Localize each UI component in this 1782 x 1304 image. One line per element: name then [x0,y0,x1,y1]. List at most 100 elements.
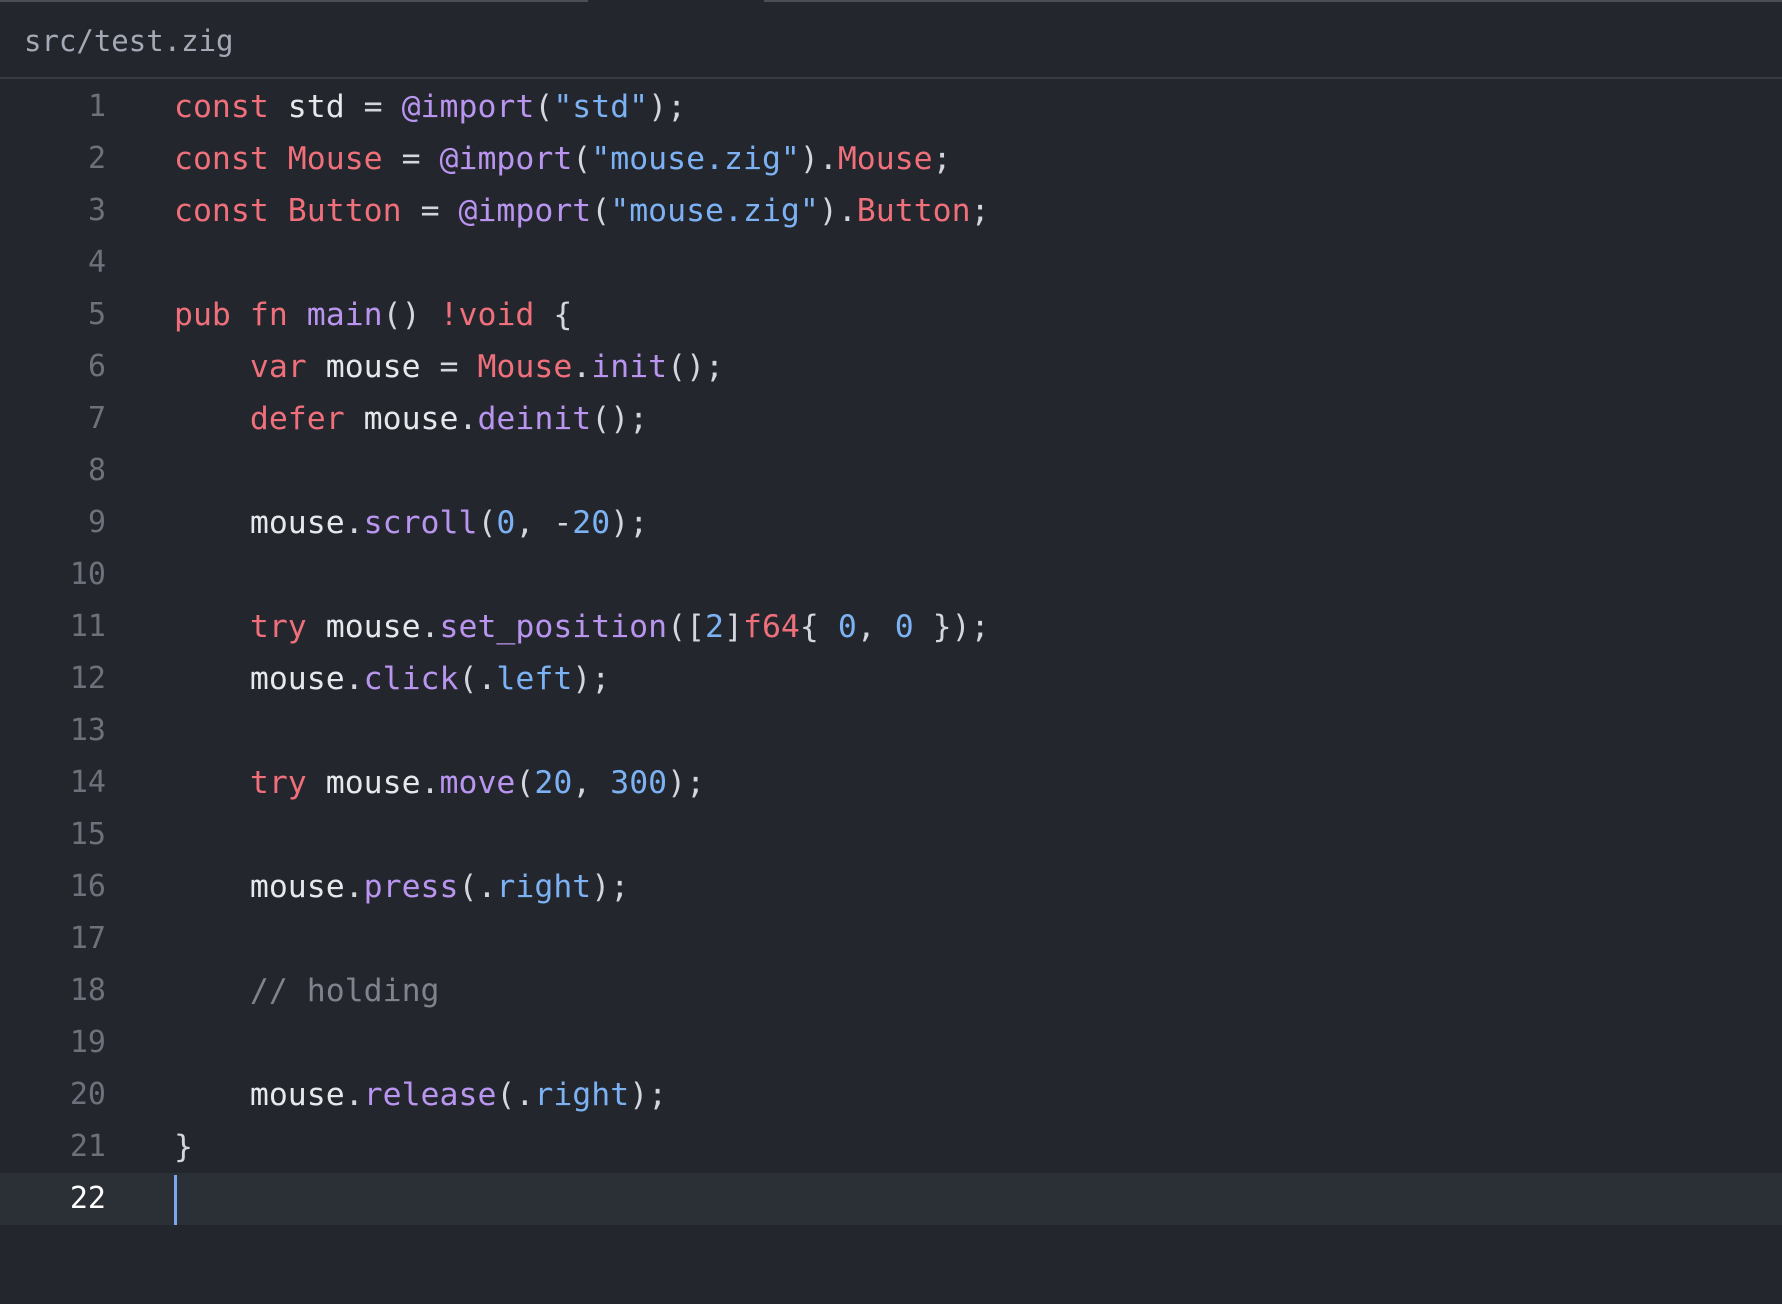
code-text: mouse.click(.left); [174,653,610,705]
code-token: mouse [174,869,345,905]
code-token: ] [724,609,743,645]
code-token: 0 [496,505,516,541]
code-token: ). [818,193,857,229]
code-line[interactable]: 16 mouse.press(.right); [0,861,1782,913]
code-token: mouse [344,401,459,437]
line-number: 6 [87,349,106,384]
code-line[interactable]: 13 [0,705,1782,757]
code-token: . [344,505,364,541]
code-line[interactable]: 18 // holding [0,965,1782,1017]
code-token: mouse [306,609,421,645]
code-token: Mouse [287,141,383,177]
code-token: ); [629,1077,668,1113]
code-text: var mouse = Mouse.init(); [174,341,724,393]
code-token: ; [932,141,952,177]
code-line[interactable]: 2 const Mouse = @import("mouse.zig").Mous… [0,133,1782,185]
code-text: mouse.release(.right); [174,1069,667,1121]
code-token: set_position [439,609,668,645]
code-line[interactable]: 11 try mouse.set_position([2]f64{ 0, 0 }… [0,601,1782,653]
code-text: try mouse.set_position([2]f64{ 0, 0 }); [174,601,990,653]
code-line[interactable]: 14 try mouse.move(20, 300); [0,757,1782,809]
code-line[interactable]: 12 mouse.click(.left); [0,653,1782,705]
code-token: (. [458,869,497,905]
code-line[interactable]: 15 [0,809,1782,861]
code-token: mouse [306,349,440,385]
code-token: var [249,349,307,385]
code-token: ); [610,505,649,541]
line-number: 18 [69,973,106,1008]
code-line[interactable]: 6 var mouse = Mouse.init(); [0,341,1782,393]
code-token: Mouse [837,141,933,177]
code-token: { [534,297,573,333]
line-number: 3 [87,193,106,228]
code-line[interactable]: 21} [0,1121,1782,1173]
code-line[interactable]: 10 [0,549,1782,601]
file-header: src/test.zig [0,3,1782,79]
code-token: init [591,349,668,385]
code-line[interactable]: 8 [0,445,1782,497]
line-number: 10 [69,557,106,592]
code-token: 20 [572,505,611,541]
line-number: 21 [69,1129,106,1164]
code-text: mouse.press(.right); [174,861,629,913]
code-token: . [572,349,592,385]
code-line[interactable]: 19 [0,1017,1782,1069]
line-number: 4 [87,245,106,280]
code-text: defer mouse.deinit(); [174,393,648,445]
code-token: deinit [477,401,592,437]
line-number: 22 [69,1181,106,1216]
code-line[interactable]: 17 [0,913,1782,965]
code-token: . [344,869,364,905]
code-editor[interactable]: 1 const std = @import("std"); 2 const Mouse… [0,81,1782,1304]
code-token: ( [572,141,592,177]
code-line[interactable]: 7 defer mouse.deinit(); [0,393,1782,445]
code-token: }); [913,609,990,645]
code-token: right [496,869,592,905]
line-number: 7 [87,401,106,436]
code-token: . [344,661,364,697]
line-number: 12 [69,661,106,696]
line-number: 2 [87,141,106,176]
code-token: = [363,89,402,125]
code-text: const Mouse = @import("mouse.zig").Mouse… [174,133,952,185]
line-number: 16 [69,869,106,904]
code-token: mouse [174,1077,345,1113]
code-token: ). [799,141,838,177]
file-path-label: src/test.zig [24,24,234,58]
code-line[interactable]: 22 [0,1173,1782,1225]
code-token: ); [648,89,687,125]
code-token: () [382,297,440,333]
line-number: 1 [87,89,106,124]
code-token: try [249,609,307,645]
line-number: 11 [69,609,106,644]
code-token: const [174,141,269,177]
code-line[interactable]: 4 [0,237,1782,289]
code-token: . [420,765,440,801]
code-token: std [268,89,364,125]
line-number: 9 [87,505,106,540]
code-line[interactable]: 3 const Button = @import("mouse.zig").But… [0,185,1782,237]
code-line[interactable]: 9 mouse.scroll(0, -20); [0,497,1782,549]
line-number: 13 [69,713,106,748]
code-token: 20 [534,765,573,801]
code-token: pub [174,297,231,333]
code-line[interactable]: 1 const std = @import("std"); [0,81,1782,133]
code-line[interactable]: 20 mouse.release(.right); [0,1069,1782,1121]
code-token: mouse [174,661,345,697]
code-token: scroll [363,505,478,541]
code-line[interactable]: 5 pub fn main() !void { [0,289,1782,341]
tab-strip-right [764,0,1782,2]
code-token: Button [287,193,402,229]
code-text: const std = @import("std"); [174,81,686,133]
code-token: , [572,765,611,801]
code-token: @import [401,89,535,125]
text-caret [174,1175,177,1225]
code-token: . [458,401,478,437]
code-token: ; [970,193,990,229]
line-number: 17 [69,921,106,956]
